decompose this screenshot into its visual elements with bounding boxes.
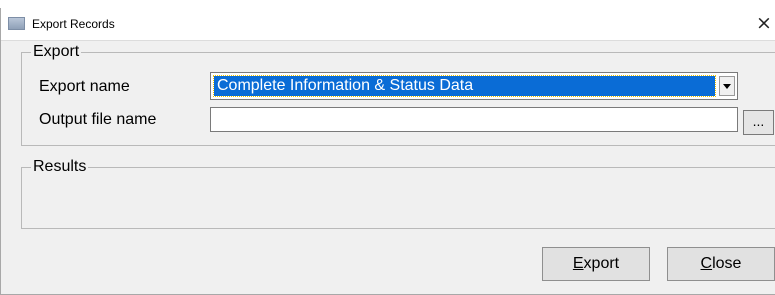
export-group-label: Export bbox=[31, 43, 82, 61]
export-name-combobox[interactable]: Complete Information & Status Data bbox=[210, 72, 738, 100]
results-groupbox bbox=[21, 167, 775, 229]
output-file-name-label: Output file name bbox=[39, 111, 157, 128]
close-mnemonic: C bbox=[700, 255, 713, 272]
export-button[interactable]: Export bbox=[542, 247, 650, 281]
export-mnemonic: E bbox=[572, 255, 584, 272]
close-button[interactable]: Close bbox=[667, 247, 775, 281]
export-name-selected-value: Complete Information & Status Data bbox=[213, 75, 716, 97]
close-button-label: lose bbox=[712, 255, 742, 272]
dropdown-button[interactable] bbox=[719, 76, 735, 96]
output-file-name-input[interactable] bbox=[210, 107, 738, 132]
export-name-label: Export name bbox=[39, 78, 130, 95]
close-window-button[interactable]: × bbox=[753, 11, 775, 35]
app-icon bbox=[8, 17, 25, 30]
export-records-dialog: Export Records × Export Export name Comp… bbox=[0, 8, 775, 295]
window-title: Export Records bbox=[32, 17, 115, 31]
export-button-label: xport bbox=[583, 255, 620, 272]
browse-button[interactable]: ... bbox=[743, 110, 774, 135]
results-group-label: Results bbox=[31, 158, 89, 176]
chevron-down-icon bbox=[723, 83, 731, 89]
title-bar: Export Records × bbox=[1, 8, 775, 41]
